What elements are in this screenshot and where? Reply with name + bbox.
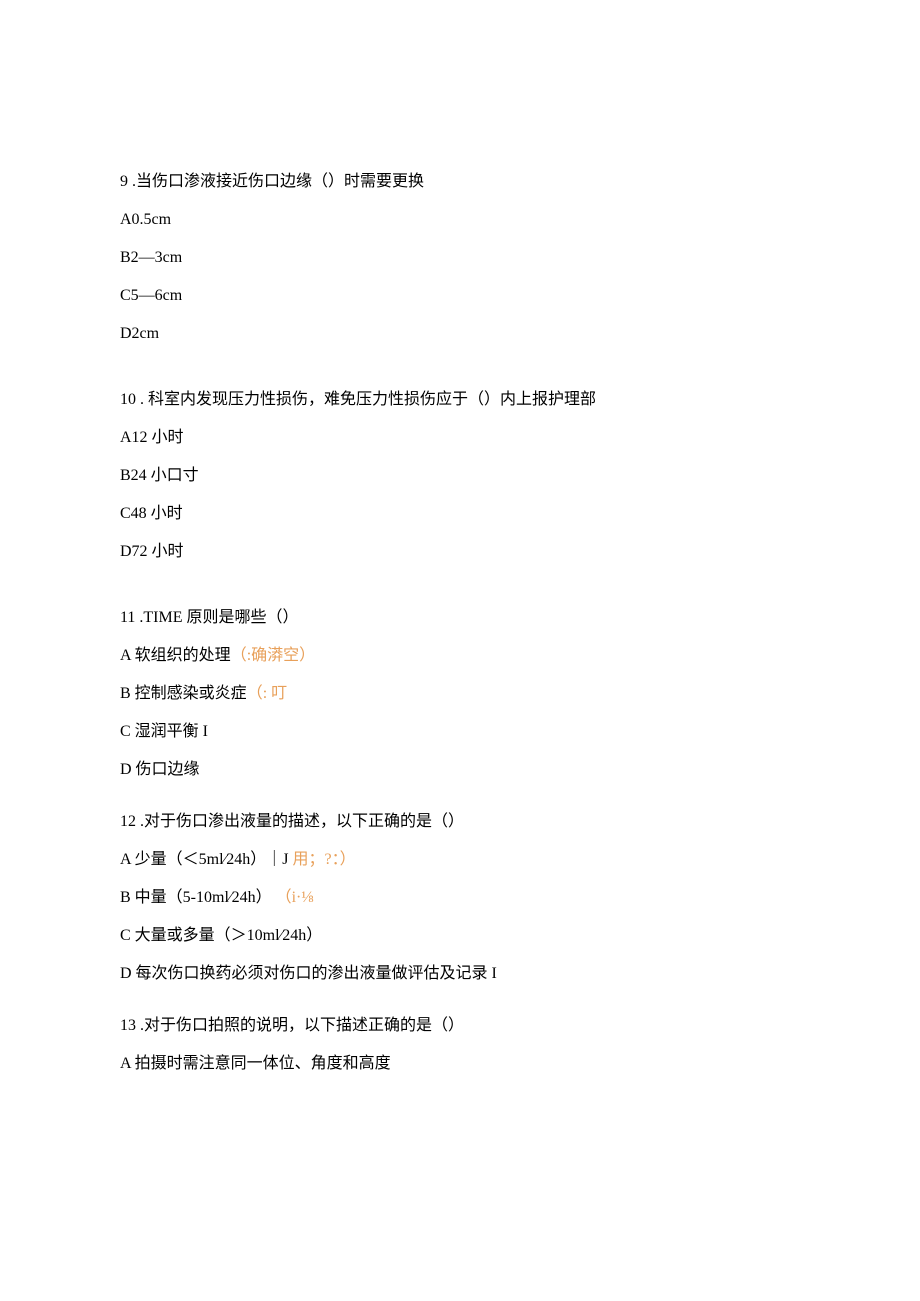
question-12-option-a-annot: 用；?：）: [288, 851, 355, 868]
question-11-option-a-annot: （:确漭空）: [231, 647, 315, 664]
question-11: 11 .TIME 原则是哪些（） A 软组织的处理（:确漭空） B 控制感染或炎…: [120, 606, 800, 782]
question-9-option-b: B2—3cm: [120, 246, 800, 270]
question-10-stem: 10 . 科室内发现压力性损伤，难免压力性损伤应于（）内上报护理部: [120, 388, 800, 412]
question-12-option-a: A 少量（＜5ml⁄24h）｜J 用；?：）: [120, 848, 800, 872]
question-10-option-d: D72 小时: [120, 540, 800, 564]
question-13-option-a: A 拍摄时需注意同一体位、角度和高度: [120, 1052, 800, 1076]
question-12-option-c: C 大量或多量（＞10ml⁄24h）: [120, 924, 800, 948]
question-12-option-b: B 中量（5-10ml⁄24h） （i·⅛: [120, 886, 800, 910]
question-11-option-b: B 控制感染或炎症（: 叮: [120, 682, 800, 706]
question-12-option-b-annot: （i·⅛: [276, 889, 314, 906]
question-11-stem: 11 .TIME 原则是哪些（）: [120, 606, 800, 630]
question-9-option-c: C5—6cm: [120, 284, 800, 308]
question-10-option-b: B24 小口寸: [120, 464, 800, 488]
question-13-stem: 13 .对于伤口拍照的说明，以下描述正确的是（）: [120, 1014, 800, 1038]
question-11-option-a-text: A 软组织的处理: [120, 647, 231, 664]
question-11-option-b-annot: （: 叮: [247, 685, 287, 702]
question-13: 13 .对于伤口拍照的说明，以下描述正确的是（） A 拍摄时需注意同一体位、角度…: [120, 1014, 800, 1076]
question-10: 10 . 科室内发现压力性损伤，难免压力性损伤应于（）内上报护理部 A12 小时…: [120, 388, 800, 564]
question-10-option-c: C48 小时: [120, 502, 800, 526]
question-9-stem: 9 .当伤口渗液接近伤口边缘（）时需要更换: [120, 170, 800, 194]
question-11-option-c: C 湿润平衡 I: [120, 720, 800, 744]
question-9-option-d: D2cm: [120, 322, 800, 346]
question-11-option-a: A 软组织的处理（:确漭空）: [120, 644, 800, 668]
question-9-option-a: A0.5cm: [120, 208, 800, 232]
question-11-option-d: D 伤口边缘: [120, 758, 800, 782]
question-12-option-a-text: A 少量（＜5ml⁄24h）｜J: [120, 851, 288, 868]
question-9: 9 .当伤口渗液接近伤口边缘（）时需要更换 A0.5cm B2—3cm C5—6…: [120, 170, 800, 346]
question-11-option-b-text: B 控制感染或炎症: [120, 685, 247, 702]
question-12: 12 .对于伤口渗出液量的描述，以下正确的是（） A 少量（＜5ml⁄24h）｜…: [120, 810, 800, 986]
question-10-option-a: A12 小时: [120, 426, 800, 450]
question-12-stem: 12 .对于伤口渗出液量的描述，以下正确的是（）: [120, 810, 800, 834]
document-page: 9 .当伤口渗液接近伤口边缘（）时需要更换 A0.5cm B2—3cm C5—6…: [0, 0, 920, 1301]
question-12-option-b-text: B 中量（5-10ml⁄24h）: [120, 889, 272, 906]
question-12-option-d: D 每次伤口换药必须对伤口的渗出液量做评估及记录 I: [120, 962, 800, 986]
